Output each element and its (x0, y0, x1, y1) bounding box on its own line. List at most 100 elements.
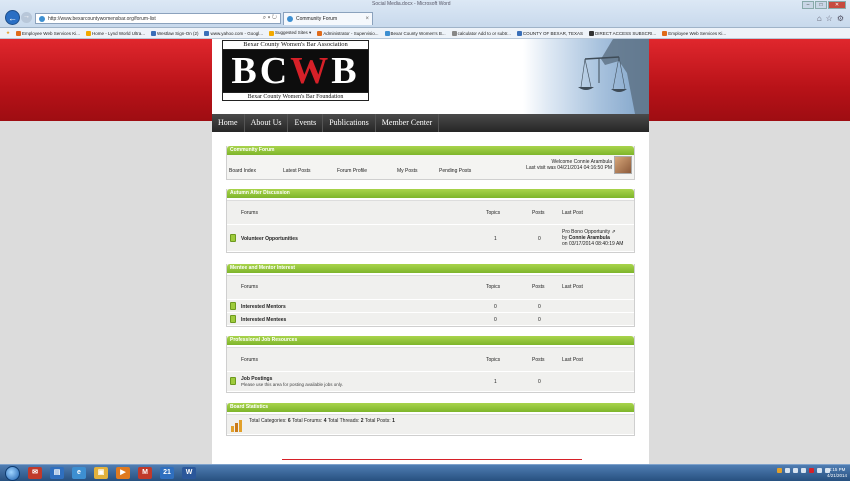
forum-row[interactable]: Interested Mentees 0 0 (227, 313, 634, 326)
community-forum-panel: Community Forum Board Index Latest Posts… (226, 146, 635, 180)
ie-taskbar-icon[interactable]: e (72, 467, 86, 479)
col-posts: Posts (532, 210, 545, 216)
forum-row[interactable]: Interested Mentors 0 0 (227, 300, 634, 313)
minimize-button[interactable]: – (802, 1, 814, 9)
window-controls: – □ ✕ (802, 1, 846, 9)
favorite-link[interactable]: calculator Add to or subtr... (451, 30, 511, 36)
outlook-taskbar-icon[interactable]: ✉ (28, 467, 42, 479)
gmail-taskbar-icon[interactable]: M (138, 467, 152, 479)
forum-profile-link[interactable]: Forum Profile (337, 168, 367, 174)
forum-name-link[interactable]: Volunteer Opportunities (241, 236, 298, 242)
board-index-link[interactable]: Board Index (229, 168, 256, 174)
favorite-link[interactable]: www.yahoo.com - Googl... (204, 30, 263, 36)
favorite-link[interactable]: Employee Web Services Ki... (16, 30, 80, 36)
system-clock[interactable]: 4:15 PM 4/21/2014 (827, 467, 847, 478)
tray-icon[interactable] (785, 468, 790, 473)
tray-icon[interactable] (809, 468, 814, 473)
tab-favicon-icon (287, 16, 293, 22)
posts-count: 0 (538, 236, 541, 242)
column-header-row: Forums Topics Posts Last Post (227, 348, 634, 372)
maximize-button[interactable]: □ (815, 1, 827, 9)
bcwb-logo[interactable]: Bexar County Women's Bar Association BC W… (222, 40, 369, 101)
start-button[interactable] (5, 466, 20, 481)
forum-name-link[interactable]: Interested Mentors (241, 304, 286, 310)
forum-folder-icon (230, 234, 236, 242)
col-last-post: Last Post (562, 210, 583, 216)
favorite-link[interactable]: Administrator - Supervisio... (317, 30, 379, 36)
favorite-link[interactable]: Employee Web Services Ki... (662, 30, 726, 36)
col-forums: Forums (241, 210, 258, 216)
home-icon[interactable]: ⌂ (817, 14, 822, 23)
tab-close-icon[interactable]: × (365, 16, 369, 22)
settings-gear-icon[interactable]: ⚙ (837, 14, 844, 23)
favorite-link[interactable]: Westlaw Sign-On (2) (151, 30, 198, 36)
forum-category-panel: Professional Job Resources Forums Topics… (226, 336, 635, 393)
explorer-taskbar-icon[interactable]: ▣ (94, 467, 108, 479)
favorite-link[interactable]: Bexar County Women's B... (384, 30, 446, 36)
nav-item-publications[interactable]: Publications (323, 114, 376, 132)
word-taskbar-icon[interactable]: W (182, 467, 196, 479)
footer-red-line (282, 459, 582, 460)
calendar-taskbar-icon[interactable]: 21 (160, 467, 174, 479)
forum-folder-icon (230, 377, 236, 385)
nav-item-about-us[interactable]: About Us (245, 114, 289, 132)
topics-count: 1 (494, 236, 497, 242)
justice-statue-image (523, 39, 649, 114)
tab-community-forum[interactable]: Community Forum × (283, 12, 373, 25)
nav-item-events[interactable]: Events (288, 114, 324, 132)
favorite-favicon-icon (662, 30, 668, 36)
community-forum-title: Community Forum (227, 146, 634, 155)
forum-row[interactable]: Volunteer Opportunities 1 0 Pro Bono Opp… (227, 225, 634, 252)
page-viewport: Bexar County Women's Bar Association BC W… (0, 39, 850, 464)
statistics-title: Board Statistics (227, 403, 634, 412)
favorite-favicon-icon (268, 30, 274, 36)
topics-count: 1 (494, 379, 497, 385)
forum-row[interactable]: Job Postings Please use this area for po… (227, 372, 634, 392)
address-bar[interactable]: http://www.bexarcountywomensbar.org/foru… (35, 13, 281, 24)
pdf-taskbar-icon[interactable]: ▤ (50, 467, 64, 479)
site-nav-bar: Home About Us Events Publications Member Cen… (212, 114, 649, 132)
col-posts: Posts (532, 357, 545, 363)
tray-icon[interactable] (777, 468, 782, 473)
forum-category-panel: Mentee and Mentor Interest Forums Topics… (226, 264, 635, 327)
col-last-post: Last Post (562, 357, 583, 363)
nav-item-member-center[interactable]: Member Center (376, 114, 440, 132)
my-posts-link[interactable]: My Posts (397, 168, 418, 174)
close-button[interactable]: ✕ (828, 1, 846, 9)
user-avatar[interactable] (614, 156, 632, 174)
forum-name-link[interactable]: Interested Mentees (241, 317, 286, 323)
site-banner: Bexar County Women's Bar Association BC W… (212, 39, 649, 114)
favorites-star-icon[interactable]: ★ (6, 30, 10, 36)
favorite-link[interactable]: Suggested Sites ▾ (268, 30, 311, 36)
favorite-favicon-icon (204, 30, 210, 36)
tray-icon[interactable] (793, 468, 798, 473)
favorite-favicon-icon (317, 30, 323, 36)
col-topics: Topics (486, 284, 501, 290)
favorite-link[interactable]: DIRECT ACCESS SUBSCRI... (589, 30, 656, 36)
window-title: Social Media.docx - Microsoft Word (372, 1, 451, 7)
category-title: Professional Job Resources (227, 336, 634, 345)
browser-tool-icons: ⌂ ☆ ⚙ (817, 14, 844, 23)
browser-chrome: Social Media.docx - Microsoft Word – □ ✕… (0, 0, 850, 28)
col-forums: Forums (241, 357, 258, 363)
url-text[interactable]: http://www.bexarcountywomensbar.org/foru… (48, 16, 260, 22)
nav-item-home[interactable]: Home (212, 114, 245, 132)
pending-posts-link[interactable]: Pending Posts (439, 168, 471, 174)
logo-foundation-text: Bexar County Women's Bar Foundation (223, 92, 368, 102)
column-header-row: Forums Topics Posts Last Post (227, 276, 634, 300)
windows-taskbar: ✉ ▤ e ▣ ▶ M 21 W 4:15 PM 4/21/2014 (0, 464, 850, 481)
logo-letters: BC W B (223, 50, 368, 92)
favorites-star-icon[interactable]: ☆ (826, 14, 833, 23)
favorite-favicon-icon (384, 30, 390, 36)
posts-count: 0 (538, 317, 541, 323)
latest-posts-link[interactable]: Latest Posts (283, 168, 311, 174)
posts-count: 0 (538, 304, 541, 310)
favorite-link[interactable]: Home - Lynd World Ultra... (86, 30, 145, 36)
media-taskbar-icon[interactable]: ▶ (116, 467, 130, 479)
back-button[interactable]: ← (5, 10, 20, 25)
address-search-refresh-icons[interactable]: ⌕ ▾ ↻ (263, 15, 277, 22)
tray-icon[interactable] (801, 468, 806, 473)
tray-icon[interactable] (817, 468, 822, 473)
favorite-link[interactable]: COUNTY OF BEXAR, TEXAS (516, 30, 583, 36)
forward-button[interactable]: → (21, 12, 32, 23)
